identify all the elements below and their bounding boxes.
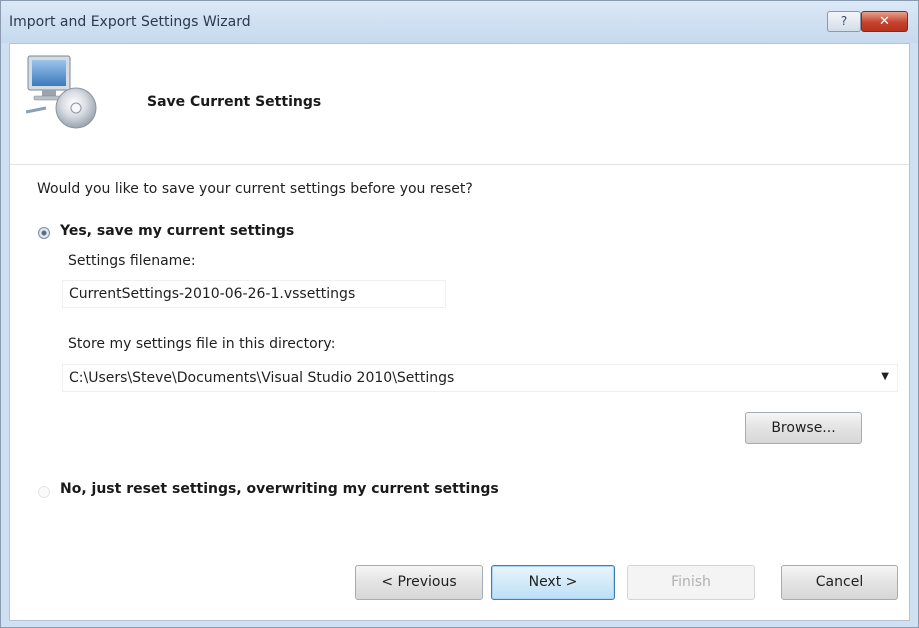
reset-only-radio[interactable]	[38, 486, 50, 498]
close-icon: ✕	[879, 14, 890, 29]
cancel-button[interactable]: Cancel	[781, 565, 898, 600]
save-settings-radio-label[interactable]: Yes, save my current settings	[60, 223, 294, 239]
reset-only-radio-label[interactable]: No, just reset settings, overwriting my …	[60, 481, 499, 497]
previous-button[interactable]: < Previous	[355, 565, 483, 600]
window-title: Import and Export Settings Wizard	[9, 14, 251, 30]
directory-combobox[interactable]: C:\Users\Steve\Documents\Visual Studio 2…	[62, 364, 898, 392]
browse-button[interactable]: Browse...	[745, 412, 862, 444]
next-button[interactable]: Next >	[491, 565, 615, 600]
filename-input[interactable]	[62, 280, 446, 308]
wizard-window: Import and Export Settings Wizard ? ✕ Sa…	[0, 0, 919, 628]
directory-label: Store my settings file in this directory…	[68, 336, 336, 352]
page-title: Save Current Settings	[147, 94, 322, 110]
finish-button[interactable]: Finish	[627, 565, 755, 600]
chevron-down-icon[interactable]: ▼	[881, 371, 889, 382]
header-divider	[10, 164, 909, 165]
computer-disc-icon	[25, 55, 97, 129]
wizard-header: Save Current Settings	[10, 44, 909, 164]
save-settings-radio[interactable]	[38, 227, 50, 239]
close-button[interactable]: ✕	[861, 11, 908, 32]
title-bar[interactable]: Import and Export Settings Wizard ? ✕	[1, 1, 918, 43]
wizard-client-area: Save Current Settings Would you like to …	[9, 43, 910, 621]
filename-label: Settings filename:	[68, 253, 196, 269]
question-text: Would you like to save your current sett…	[37, 181, 473, 197]
directory-value: C:\Users\Steve\Documents\Visual Studio 2…	[69, 370, 455, 386]
help-button[interactable]: ?	[827, 11, 861, 32]
